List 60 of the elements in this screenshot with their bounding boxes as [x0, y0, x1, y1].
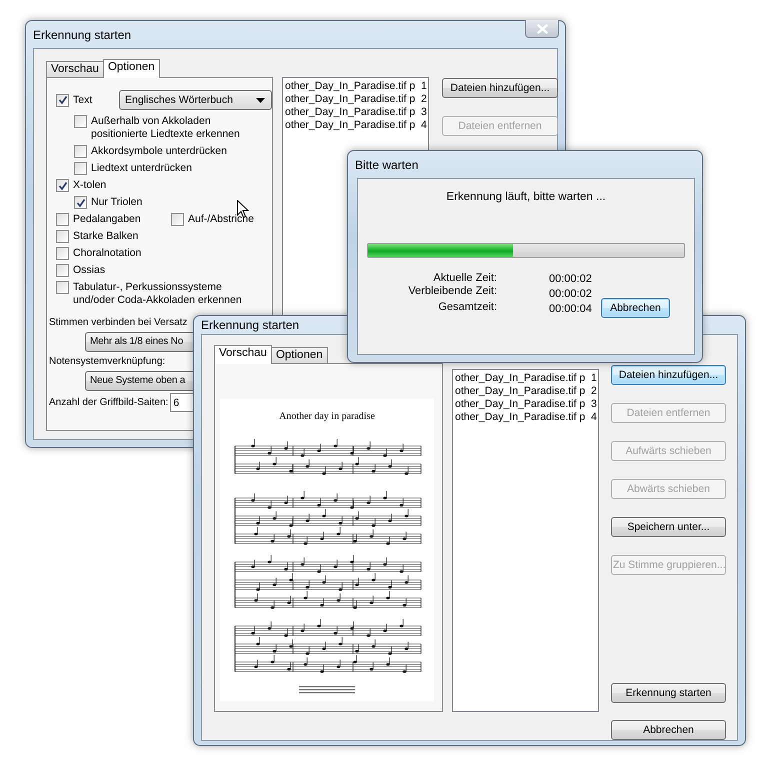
button[interactable]: Speichern unter... — [611, 517, 726, 537]
time-value: 00:00:02 — [549, 273, 593, 286]
caret-icon — [256, 98, 265, 102]
checkbox-label: Akkordsymbole unterdrücken — [91, 145, 227, 158]
checkbox-label: Auf-/Abstriche — [188, 213, 254, 226]
list-item[interactable]: other_Day_In_Paradise.tif p 1 — [455, 372, 596, 385]
checkbox-label: Nur Triolen — [91, 196, 142, 209]
time-value: 00:00:02 — [549, 288, 593, 302]
checkbox[interactable] — [56, 213, 69, 226]
checkbox-label: X-tolen — [73, 179, 106, 192]
list-item[interactable]: other_Day_In_Paradise.tif p 1 — [285, 80, 426, 93]
checkbox-label: Tabulatur-, Perkussionssysteme und/oder Coda-Akkoladen erkennen — [73, 281, 243, 307]
time-label: Aktuelle Zeit: — [432, 272, 497, 286]
checkbox[interactable] — [56, 230, 69, 243]
list-item[interactable]: other_Day_In_Paradise.tif p 3 — [455, 398, 596, 411]
checkbox-label: Text — [73, 94, 94, 106]
window-title: Erkennung starten — [33, 26, 132, 44]
setting-label: Anzahl der Griffbild-Saiten: — [49, 396, 168, 410]
page-title: Another day in paradise — [279, 410, 375, 424]
checkbox-label: Außerhalb von Akkoladen positionierte Liedtexte erkennen — [91, 115, 241, 141]
tab[interactable]: Vorschau — [214, 345, 272, 364]
time-value: 00:00:04 — [549, 303, 593, 316]
window-title: Erkennung starten — [201, 317, 300, 334]
checkbox-label: Liedtext unterdrücken — [91, 162, 192, 175]
time-label: Gesamtzeit: — [437, 301, 497, 314]
list-item[interactable]: other_Day_In_Paradise.tif p 4 — [285, 119, 426, 132]
button[interactable]: Abbrechen — [611, 720, 726, 740]
checkbox[interactable] — [74, 162, 87, 175]
button[interactable]: Dateien hinzufügen... — [442, 78, 558, 98]
close-button[interactable] — [525, 20, 559, 38]
checkbox[interactable] — [56, 94, 69, 106]
list-item[interactable]: other_Day_In_Paradise.tif p 2 — [455, 385, 596, 398]
tab[interactable]: Optionen — [270, 347, 328, 363]
checkbox-label: Choralnotation — [73, 247, 142, 260]
setting-label: Stimmen verbinden bei Versatz — [49, 316, 188, 330]
checkbox-label: Ossias — [73, 264, 106, 277]
checkbox[interactable] — [74, 145, 87, 158]
checkbox[interactable] — [56, 264, 69, 277]
tab[interactable]: Optionen — [102, 59, 160, 78]
checkbox[interactable] — [171, 213, 184, 226]
checkbox[interactable] — [74, 196, 87, 209]
button[interactable]: Dateien hinzufügen... — [611, 365, 726, 385]
checkbox[interactable] — [74, 115, 87, 128]
checkbox-label: Starke Balken — [73, 230, 138, 243]
time-label: Verbleibende Zeit: — [407, 285, 497, 298]
button[interactable]: Abbrechen — [601, 298, 670, 318]
tab[interactable]: Vorschau — [46, 61, 104, 77]
list-item[interactable]: other_Day_In_Paradise.tif p 2 — [285, 93, 426, 106]
checkbox[interactable] — [56, 179, 69, 192]
button[interactable]: Erkennung starten — [611, 683, 726, 703]
list-item[interactable]: other_Day_In_Paradise.tif p 4 — [455, 411, 596, 424]
checkbox[interactable] — [56, 247, 69, 260]
status-message: Erkennung läuft, bitte warten ... — [445, 190, 607, 205]
checkbox-label: Pedalangaben — [73, 213, 142, 226]
setting-label: Notensystemverknüpfung: — [49, 355, 166, 369]
close-icon — [536, 24, 548, 34]
window-title: Bitte warten — [355, 156, 418, 174]
list-item[interactable]: other_Day_In_Paradise.tif p 3 — [285, 106, 426, 119]
checkbox[interactable] — [56, 281, 69, 294]
dropdown[interactable]: Englisches Wörterbuch — [119, 90, 272, 110]
